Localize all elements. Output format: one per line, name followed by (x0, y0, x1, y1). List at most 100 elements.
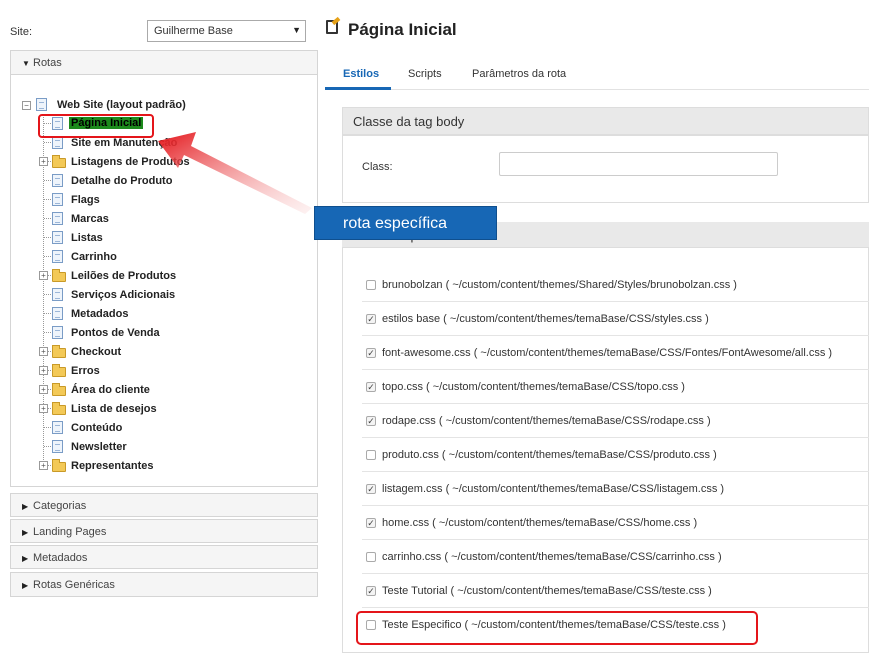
route-item[interactable]: Serviços Adicionais (37, 285, 317, 304)
route-label: Representantes (71, 460, 154, 472)
page-icon (52, 326, 63, 339)
site-select[interactable]: Guilherme Base ▼ (147, 20, 306, 42)
expand-icon[interactable]: + (39, 461, 48, 470)
route-item[interactable]: + Checkout (37, 342, 317, 361)
route-label: Área do cliente (71, 384, 150, 396)
tab-scripts[interactable]: Scripts (408, 68, 442, 80)
style-checkbox[interactable]: ✓ (366, 314, 376, 324)
page-icon (52, 231, 63, 244)
expand-icon[interactable]: + (39, 271, 48, 280)
style-label: home.css ( ~/custom/content/themes/temaB… (382, 517, 698, 529)
folder-icon (52, 345, 66, 358)
caret-down-icon: ▼ (292, 25, 301, 35)
route-item[interactable]: Metadados (37, 304, 317, 323)
route-label: Pontos de Venda (71, 327, 160, 339)
body-class-header: Classe da tag body (343, 108, 868, 135)
style-label: Teste Tutorial ( ~/custom/content/themes… (382, 585, 712, 597)
route-item[interactable]: Marcas (37, 209, 317, 228)
accordion-rotas-genericas[interactable]: ▶ Rotas Genéricas (10, 572, 318, 597)
accordion-landing-pages[interactable]: ▶ Landing Pages (10, 519, 318, 543)
style-checkbox[interactable] (366, 552, 376, 562)
route-item[interactable]: + Área do cliente (37, 380, 317, 399)
expand-icon[interactable]: + (39, 347, 48, 356)
route-label: Serviços Adicionais (71, 289, 176, 301)
route-label: Detalhe do Produto (71, 175, 173, 187)
route-item[interactable]: + Listagens de Produtos (37, 152, 317, 171)
style-checkbox[interactable] (366, 280, 376, 290)
site-selector-row: Site: Guilherme Base ▼ (10, 20, 306, 42)
folder-icon (52, 402, 66, 415)
style-checkbox[interactable]: ✓ (366, 382, 376, 392)
route-item[interactable]: + Representantes (37, 456, 317, 475)
specific-style-highlight (356, 611, 758, 645)
folder-icon (52, 459, 66, 472)
accordion-rotas-label: Rotas (33, 57, 62, 69)
route-item[interactable]: Listas (37, 228, 317, 247)
site-label: Site: (10, 26, 33, 38)
expand-icon[interactable]: + (39, 385, 48, 394)
expand-icon[interactable]: + (39, 366, 48, 375)
folder-icon (52, 155, 66, 168)
page-icon (52, 288, 63, 301)
tab-parametros-da-rota[interactable]: Parâmetros da rota (472, 68, 566, 80)
route-label: Site em Manutenção (71, 137, 178, 149)
route-item[interactable]: + Erros (37, 361, 317, 380)
page-icon (52, 307, 63, 320)
route-tree: Página Inicial Site em Manutenção + Listage… (37, 114, 317, 475)
route-label: Carrinho (71, 251, 117, 263)
accordion-metadados[interactable]: ▶ Metadados (10, 545, 318, 569)
style-checkbox[interactable] (366, 450, 376, 460)
expand-icon[interactable]: + (39, 157, 48, 166)
active-tab-indicator (325, 87, 391, 90)
route-label: Leilões de Produtos (71, 270, 177, 282)
style-label: rodape.css ( ~/custom/content/themes/tem… (382, 415, 711, 427)
folder-icon (52, 383, 66, 396)
style-checkbox[interactable]: ✓ (366, 416, 376, 426)
style-label: topo.css ( ~/custom/content/themes/temaB… (382, 381, 685, 393)
accordion-categorias-label: Categorias (33, 500, 87, 512)
style-checkbox[interactable]: ✓ (366, 518, 376, 528)
style-label: font-awesome.css ( ~/custom/content/them… (382, 347, 833, 359)
class-field-label: Class: (362, 161, 393, 173)
route-label: Flags (71, 194, 100, 206)
style-item: ✓ estilos base ( ~/custom/content/themes/… (362, 302, 869, 336)
route-item[interactable]: Pontos de Venda (37, 323, 317, 342)
page-icon (52, 250, 63, 263)
accordion-categorias[interactable]: ▶ Categorias (10, 493, 318, 517)
accordion-rotas[interactable]: ▼ Rotas (10, 50, 318, 75)
tab-estilos[interactable]: Estilos (343, 68, 379, 80)
style-item: carrinho.css ( ~/custom/content/themes/t… (362, 540, 869, 574)
route-item[interactable]: Conteúdo (37, 418, 317, 437)
style-checkbox[interactable]: ✓ (366, 348, 376, 358)
class-input[interactable] (499, 152, 778, 176)
tree-root-label: Web Site (layout padrão) (57, 99, 186, 111)
route-label: Marcas (71, 213, 109, 225)
route-item[interactable]: Detalhe do Produto (37, 171, 317, 190)
callout-label: rota específica (314, 206, 497, 240)
triangle-right-icon: ▶ (22, 502, 29, 511)
folder-icon (52, 269, 66, 282)
style-checkbox[interactable]: ✓ (366, 586, 376, 596)
route-label: Newsletter (71, 441, 127, 453)
tab-bar: Estilos Scripts Parâmetros da rota (325, 60, 869, 90)
route-item[interactable]: Newsletter (37, 437, 317, 456)
style-item: ✓ topo.css ( ~/custom/content/themes/tema… (362, 370, 869, 404)
triangle-right-icon: ▶ (22, 581, 29, 590)
expand-icon[interactable]: + (39, 404, 48, 413)
accordion-rotas-genericas-label: Rotas Genéricas (33, 579, 115, 591)
triangle-right-icon: ▶ (22, 554, 29, 563)
route-label: Listagens de Produtos (71, 156, 190, 168)
route-item[interactable]: Carrinho (37, 247, 317, 266)
route-item[interactable]: + Leilões de Produtos (37, 266, 317, 285)
page-icon (52, 174, 63, 187)
styles-list: brunobolzan ( ~/custom/content/themes/Sh… (362, 268, 869, 642)
route-item[interactable]: + Lista de desejos (37, 399, 317, 418)
body-class-panel: Classe da tag body (342, 107, 869, 136)
collapse-icon[interactable]: − (22, 101, 31, 110)
style-label: listagem.css ( ~/custom/content/themes/t… (382, 483, 725, 495)
edit-page-icon (326, 20, 338, 34)
style-checkbox[interactable]: ✓ (366, 484, 376, 494)
route-item[interactable]: Flags (37, 190, 317, 209)
page-icon (36, 98, 47, 111)
page-icon (52, 421, 63, 434)
